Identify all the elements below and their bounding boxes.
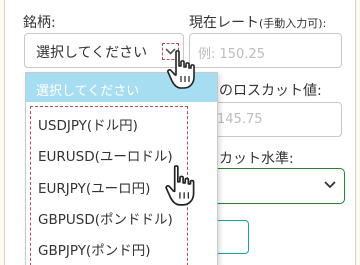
losscut-value-placeholder: 145.75	[217, 112, 263, 127]
current-rate-label-text: 現在レート	[189, 15, 259, 31]
losscut-value-label: のロスカット値:	[219, 83, 322, 99]
current-rate-label: 現在レート(手動入力可):	[189, 12, 326, 32]
dropdown-option-gbpusd[interactable]: GBPUSD(ポンドドル)	[38, 208, 173, 228]
dropdown-option-eurjpy[interactable]: EURJPY(ユーロ円)	[38, 177, 150, 197]
symbol-select[interactable]: 選択してください	[24, 33, 184, 68]
current-rate-label-note: (手動入力可):	[259, 17, 327, 30]
dropdown-option-usdjpy[interactable]: USDJPY(ドル円)	[38, 114, 138, 134]
dropdown-option-gbpjpy[interactable]: GBPJPY(ポンド円)	[38, 239, 150, 259]
dropdown-header-label: 選択してください	[36, 84, 140, 99]
chevron-down-icon	[324, 181, 336, 189]
losscut-level-label: カット水準:	[219, 151, 294, 167]
current-rate-input[interactable]: 例: 150.25	[189, 33, 342, 68]
form-panel: 銘柄: 現在レート(手動入力可): 選択してください 例: 150.25 のロス…	[4, 0, 356, 265]
symbol-select-value: 選択してください	[36, 45, 148, 61]
pointer-hand-icon	[167, 50, 195, 89]
current-rate-placeholder: 例: 150.25	[198, 47, 265, 62]
dropdown-option-eurusd[interactable]: EURUSD(ユーロドル)	[38, 145, 173, 165]
symbol-label: 銘柄:	[23, 15, 56, 31]
pointer-hand-icon	[165, 165, 195, 206]
